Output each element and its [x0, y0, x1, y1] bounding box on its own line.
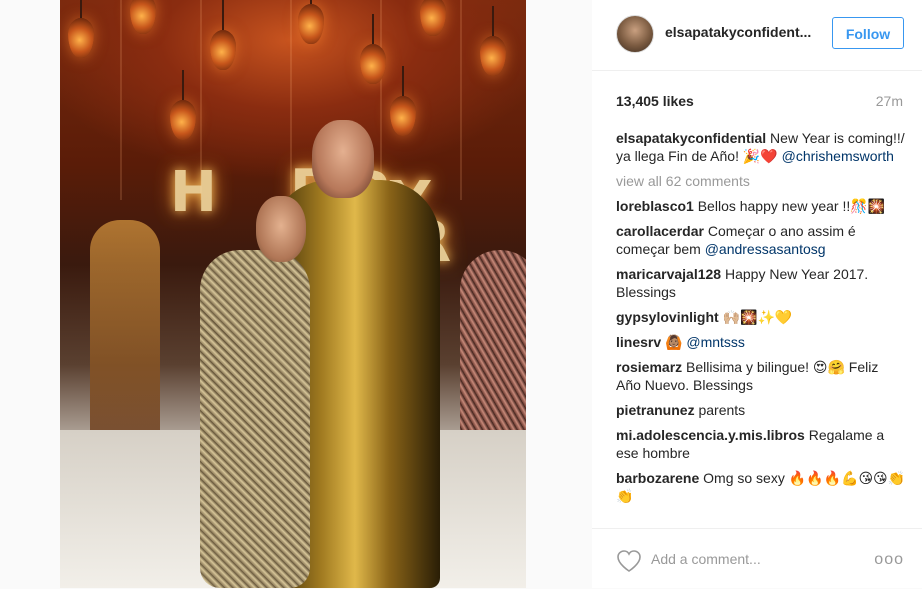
follow-button[interactable]: Follow [832, 17, 904, 49]
likes-count[interactable]: 13,405 likes [616, 93, 694, 109]
comments-list: elsapatakyconfidential New Year is comin… [616, 129, 906, 525]
comment-user-link[interactable]: loreblasco1 [616, 198, 694, 214]
comment-user-link[interactable]: pietranunez [616, 402, 695, 418]
comment-item: carollacerdar Começar o ano assim é come… [616, 222, 906, 258]
comment-item: rosiemarz Bellisima y bilingue! 😍🤗 Feliz… [616, 358, 906, 394]
comment-item: linesrv 🙆🏽 @mntsss [616, 333, 906, 351]
background-guest [460, 250, 526, 450]
post-header: elsapatakyconfident... Follow [592, 0, 922, 71]
avatar[interactable] [616, 15, 654, 53]
caption: elsapatakyconfidential New Year is comin… [616, 129, 906, 165]
comment-item: gypsylovinlight 🙌🏼🎇✨💛 [616, 308, 906, 326]
caption-mention-link[interactable]: @chrishemsworth [782, 148, 894, 164]
add-comment-input[interactable]: Add a comment... [651, 551, 761, 567]
comment-item: barbozarene Omg so sexy 🔥🔥🔥💪😘😘👏👏 [616, 469, 906, 505]
heart-icon[interactable] [616, 549, 642, 573]
comment-text: parents [694, 402, 746, 418]
comment-user-link[interactable]: carollacerdar [616, 223, 704, 239]
comment-user-link[interactable]: linesrv [616, 334, 661, 350]
comment-mention-link[interactable]: @andressasantosg [705, 241, 826, 257]
username-link[interactable]: elsapatakyconfident... [665, 24, 815, 40]
post-photo[interactable]: H P P Y R [60, 0, 526, 588]
comment-user-link[interactable]: barbozarene [616, 470, 699, 486]
comment-item: loreblasco1 Bellos happy new year !!🎊🎇 [616, 197, 906, 215]
comment-user-link[interactable]: rosiemarz [616, 359, 682, 375]
comment-mention-link[interactable]: @mntsss [686, 334, 745, 350]
post-sidebar: elsapatakyconfident... Follow 13,405 lik… [592, 0, 922, 588]
comment-item: pietranunez parents [616, 401, 906, 419]
man-head [312, 120, 374, 198]
caption-user-link[interactable]: elsapatakyconfidential [616, 130, 766, 146]
comment-text: 🙆🏽 [661, 334, 687, 350]
woman-head [256, 196, 306, 262]
comment-text: Bellos happy new year !!🎊🎇 [693, 198, 886, 214]
comment-user-link[interactable]: maricarvajal128 [616, 266, 721, 282]
comment-user-link[interactable]: gypsylovinlight [616, 309, 719, 325]
comment-item: mi.adolescencia.y.mis.libros Regalame a … [616, 426, 906, 462]
more-options-icon[interactable]: ooo [874, 551, 904, 569]
woman-sequin-dress [200, 250, 310, 588]
comment-item: maricarvajal128 Happy New Year 2017. Ble… [616, 265, 906, 301]
marquee-letter: H [170, 160, 217, 225]
view-all-comments-link[interactable]: view all 62 comments [616, 172, 906, 190]
background-guest [90, 220, 160, 440]
comment-user-link[interactable]: mi.adolescencia.y.mis.libros [616, 427, 805, 443]
comment-footer: Add a comment... ooo [592, 528, 922, 589]
drape-fold [460, 0, 462, 200]
post-timestamp[interactable]: 27m [876, 93, 903, 109]
comment-text: 🙌🏼🎇✨💛 [718, 309, 793, 325]
drape-fold [120, 0, 122, 200]
